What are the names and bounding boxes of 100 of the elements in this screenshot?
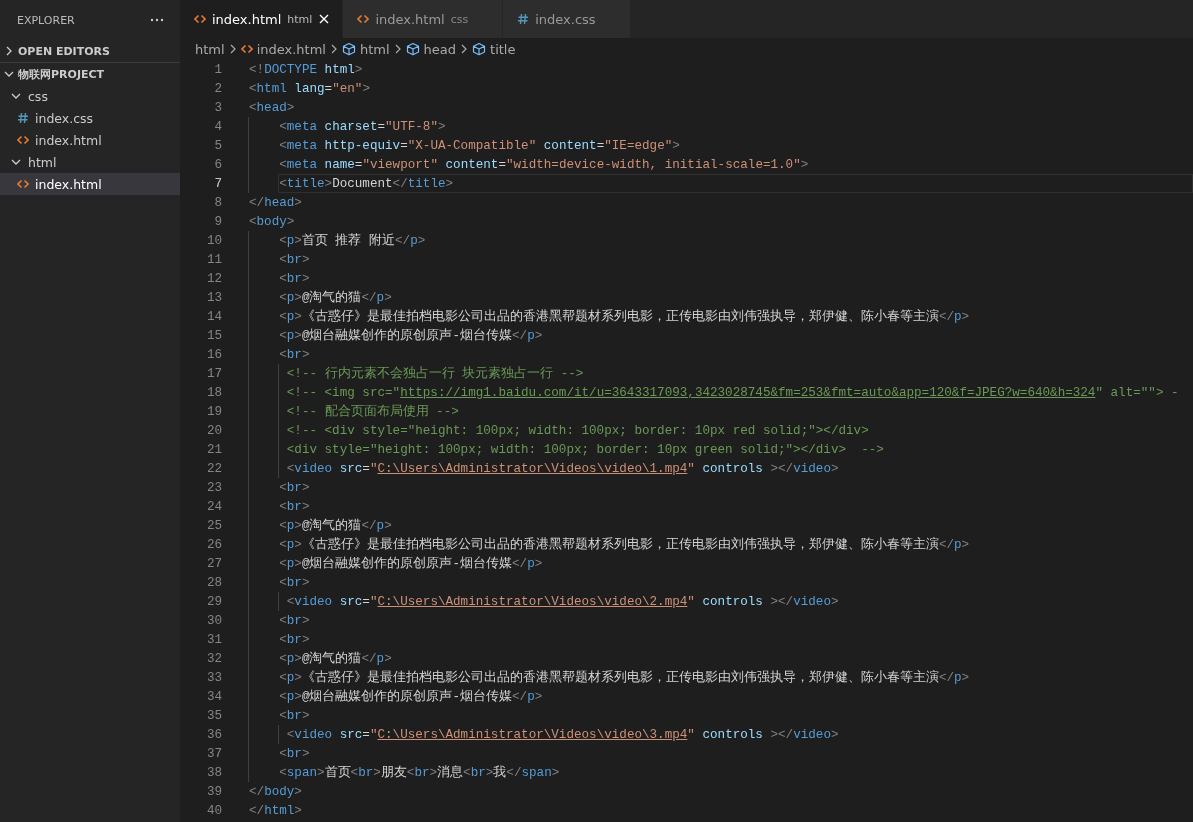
- code-line: <p>@淘气的猫</p>: [278, 517, 393, 535]
- code-line: <p>《古惑仔》是最佳拍档电影公司出品的香港黑帮题材系列电影，正传电影由刘伟强执导，郑伊健、陈小春等主演</p>: [278, 536, 971, 554]
- code-line: <!-- 行内元素不会独占一行 块元素独占一行 -->: [285, 365, 585, 383]
- line-number: 36: [205, 727, 223, 742]
- code-line: <br>: [278, 708, 311, 725]
- line-number: 6: [213, 157, 223, 172]
- code-line: <p>首页 推荐 附近</p>: [278, 232, 427, 250]
- hash-icon: [17, 112, 29, 124]
- line-number: 25: [205, 518, 223, 533]
- code-line: <p>《古惑仔》是最佳拍档电影公司出品的香港黑帮题材系列电影，正传电影由刘伟强执导，郑伊健、陈小春等主演</p>: [278, 669, 971, 687]
- code-brackets-icon: [17, 178, 29, 190]
- tab-description: css: [450, 12, 469, 26]
- code-line: <p>@烟台融媒创作的原创原声-烟台传媒</p>: [278, 688, 544, 706]
- line-number: 16: [205, 347, 223, 362]
- code-line: <!-- 配合页面布局使用 -->: [285, 403, 460, 421]
- breadcrumb-item[interactable]: index.html: [240, 41, 326, 57]
- editor-tab[interactable]: index.html css: [343, 0, 504, 38]
- editor-tab[interactable]: index.html html: [180, 0, 344, 38]
- code-line: <body>: [248, 214, 296, 231]
- code-line: <br>: [278, 499, 311, 516]
- line-number: 8: [213, 195, 223, 210]
- line-number: 28: [205, 575, 223, 590]
- line-number: 33: [205, 670, 223, 685]
- line-number: 32: [205, 651, 223, 666]
- line-number: 23: [205, 480, 223, 495]
- file-item[interactable]: index.css: [0, 107, 180, 129]
- cube-icon: [472, 42, 487, 56]
- code-brackets-icon: [240, 43, 253, 55]
- line-number: 1: [213, 62, 223, 77]
- line-number: 40: [205, 803, 223, 818]
- section-header[interactable]: 物联网PROJECT: [0, 63, 180, 85]
- code-line: <br>: [278, 480, 311, 497]
- line-number: 2: [213, 81, 223, 96]
- folder-item[interactable]: css: [0, 85, 180, 107]
- panel-title: EXPLORER: [17, 13, 75, 27]
- code-line: <br>: [278, 613, 311, 630]
- line-number: 21: [205, 442, 223, 457]
- breadcrumb-item[interactable]: html: [195, 41, 225, 57]
- cube-icon: [405, 42, 420, 56]
- line-number: 26: [205, 537, 223, 552]
- line-number: 38: [205, 765, 223, 780]
- code-line: <p>@烟台融媒创作的原创原声-烟台传媒</p>: [278, 327, 544, 345]
- code-line: <div style="height: 100px; width: 100px; border: 10px green solid;"></div> -->: [285, 442, 885, 459]
- breadcrumb-item[interactable]: head: [405, 41, 457, 57]
- code-line: <html lang="en">: [248, 81, 371, 98]
- breadcrumb-item[interactable]: title: [472, 41, 516, 57]
- code-line: <meta name="viewport" content="width=device-width, initial-scale=1.0">: [278, 157, 810, 174]
- line-number: 22: [205, 461, 223, 476]
- line-number: 11: [205, 252, 223, 267]
- line-number: 31: [205, 632, 223, 647]
- line-number: 12: [205, 271, 223, 286]
- code-brackets-icon: [17, 134, 29, 146]
- code-line: <meta http-equiv="X-UA-Compatible" content="IE=edge">: [278, 138, 681, 155]
- line-number: 19: [205, 404, 223, 419]
- code-line: <br>: [278, 347, 311, 364]
- breadcrumb-item[interactable]: html: [341, 41, 390, 57]
- cube-icon: [341, 42, 356, 56]
- line-number: 9: [213, 214, 223, 229]
- code-line: <p>@淘气的猫</p>: [278, 289, 393, 307]
- file-item[interactable]: index.html: [0, 129, 180, 151]
- code-line: <head>: [248, 100, 296, 117]
- code-line: </head>: [248, 195, 303, 212]
- code-line: <video src="C:\Users\Administrator\Videos\video\1.mp4" controls ></video>: [285, 461, 840, 478]
- line-number: 14: [205, 309, 223, 324]
- code-line: <p>《古惑仔》是最佳拍档电影公司出品的香港黑帮题材系列电影，正传电影由刘伟强执导，郑伊健、陈小春等主演</p>: [278, 308, 971, 326]
- code-line: <span>首页<br>朋友<br>消息<br>我</span>: [278, 764, 561, 782]
- file-item[interactable]: index.html: [0, 173, 180, 195]
- line-number: 4: [213, 119, 223, 134]
- line-number: 3: [213, 100, 223, 115]
- code-line: <br>: [278, 746, 311, 763]
- editor-tab[interactable]: index.css: [503, 0, 631, 38]
- line-number: 13: [205, 290, 223, 305]
- line-number: 29: [205, 594, 223, 609]
- section-header[interactable]: OPEN EDITORS: [0, 40, 180, 63]
- line-number: 39: [205, 784, 223, 799]
- code-line: </html>: [248, 803, 303, 820]
- line-number: 34: [205, 689, 223, 704]
- hash-icon: [517, 13, 530, 25]
- line-number: 17: [205, 366, 223, 381]
- code-line: <p>@烟台融媒创作的原创原声-烟台传媒</p>: [278, 555, 544, 573]
- line-number: 35: [205, 708, 223, 723]
- line-number: 30: [205, 613, 223, 628]
- line-number: 18: [205, 385, 223, 400]
- code-line: <p>@淘气的猫</p>: [278, 650, 393, 668]
- close-icon: [318, 13, 331, 25]
- line-number: 7: [213, 176, 223, 191]
- line-number: 37: [205, 746, 223, 761]
- code-line: <br>: [278, 632, 311, 649]
- line-number: 5: [213, 138, 223, 153]
- code-line: <br>: [278, 271, 311, 288]
- folder-item[interactable]: html: [0, 151, 180, 173]
- line-number: 24: [205, 499, 223, 514]
- code-line: <br>: [278, 575, 311, 592]
- code-brackets-icon: [194, 13, 206, 25]
- line-number: 10: [205, 233, 223, 248]
- code-line: <video src="C:\Users\Administrator\Videos\video\2.mp4" controls ></video>: [285, 594, 840, 611]
- code-line: <!DOCTYPE html>: [248, 62, 364, 79]
- more-icon: [150, 18, 164, 22]
- code-line: </body>: [248, 784, 303, 801]
- line-number: 15: [205, 328, 223, 343]
